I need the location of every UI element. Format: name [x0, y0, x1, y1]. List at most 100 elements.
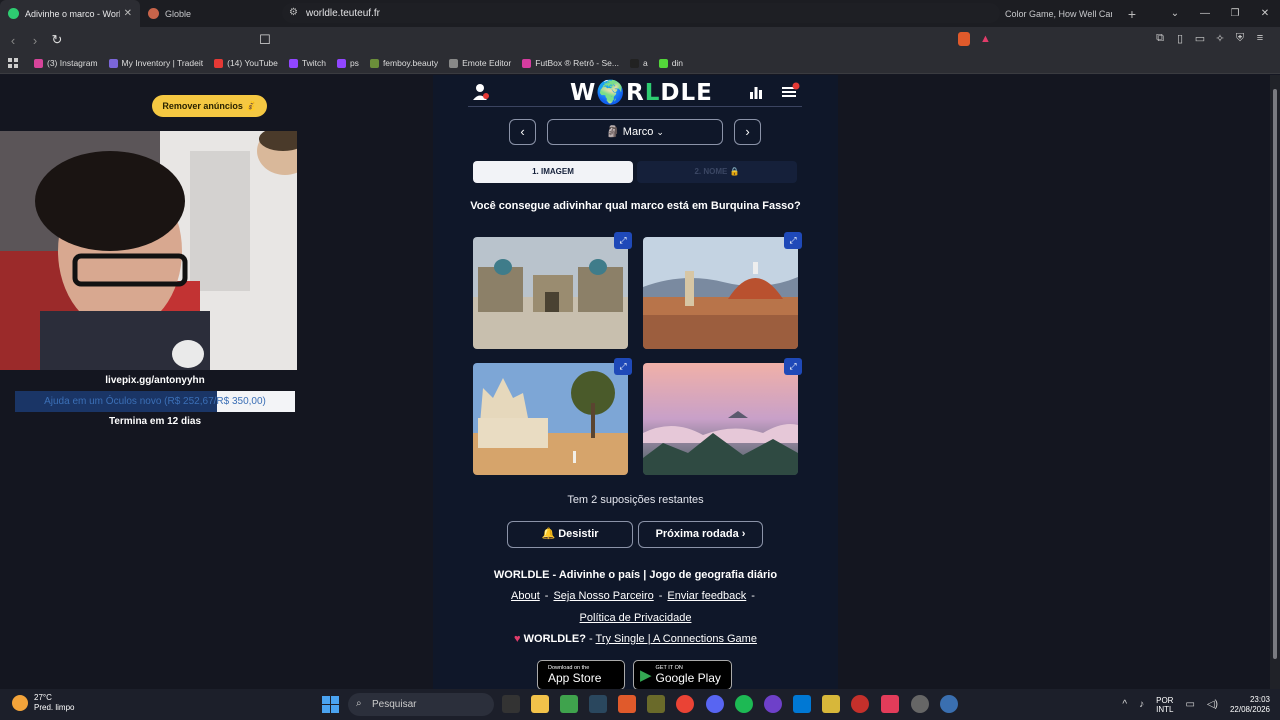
close-tab-icon[interactable]: ✕ — [124, 8, 132, 19]
windows-start-icon[interactable] — [322, 696, 339, 713]
steam-icon[interactable] — [589, 695, 607, 713]
apps-grid-icon[interactable] — [8, 58, 19, 69]
network-icon[interactable]: ▭ — [1185, 699, 1194, 710]
browser-tab[interactable]: Adivinhe o marco - Worldle ✕ — [0, 0, 140, 27]
next-round-arrow-button[interactable]: › — [734, 119, 761, 145]
partner-link[interactable]: Seja Nosso Parceiro — [553, 590, 653, 602]
bookmark-label: femboy.beauty — [382, 58, 439, 68]
bookmark-item[interactable]: a — [629, 58, 648, 68]
extensions-icon[interactable]: ⧉ — [1150, 32, 1170, 45]
landmark-option-1[interactable] — [473, 237, 628, 349]
bookmark-item[interactable]: FutBox ® Retrô - Se... — [522, 58, 619, 68]
next-round-button[interactable]: Próxima rodada › — [638, 521, 763, 548]
try-single-link[interactable]: Try Single | A Connections Game — [596, 633, 757, 645]
tab-list-icon[interactable]: ⌄ — [1160, 8, 1190, 19]
expand-icon[interactable]: ⤢ — [784, 358, 802, 375]
bookmark-item[interactable]: ps — [336, 58, 359, 68]
bookmark-favicon-icon — [336, 58, 346, 68]
reload-icon[interactable]: ↻ — [46, 32, 68, 48]
tab-image[interactable]: 1. IMAGEM — [473, 161, 633, 183]
bookmark-label: (14) YouTube — [227, 58, 278, 68]
bookmark-item[interactable]: Twitch — [288, 58, 326, 68]
expand-icon[interactable]: ⤢ — [614, 232, 632, 249]
back-icon[interactable]: ‹ — [2, 33, 24, 48]
bookmark-item[interactable]: My Inventory | Tradeit — [108, 58, 203, 68]
stats-icon[interactable] — [749, 85, 763, 99]
obs-icon[interactable] — [911, 695, 929, 713]
app-icon[interactable] — [647, 695, 665, 713]
tab-label: Globle — [165, 8, 192, 19]
landmark-option-3[interactable] — [473, 363, 628, 475]
minecraft-icon[interactable] — [560, 695, 578, 713]
bookmark-item[interactable]: Emote Editor — [449, 58, 511, 68]
forward-icon[interactable]: › — [24, 33, 46, 48]
wallet-icon[interactable]: ▭ — [1190, 32, 1210, 45]
site-info-icon[interactable]: ⚙ — [289, 7, 298, 18]
scroll-thumb[interactable] — [1273, 89, 1277, 659]
browser-tab[interactable]: Color Game, How Well Can You — [980, 0, 1120, 27]
volume-icon[interactable]: ◁) — [1207, 699, 1218, 710]
discord-icon[interactable] — [706, 695, 724, 713]
account-icon[interactable] — [473, 83, 489, 101]
bookmarks-bar: (3) Instagram My Inventory | Tradeit (14) … — [0, 53, 1280, 74]
leo-icon[interactable]: ✧ — [1210, 32, 1230, 45]
expand-icon[interactable]: ⤢ — [614, 358, 632, 375]
chevron-right-icon: › — [741, 528, 746, 540]
remove-ads-button[interactable]: Remover anúncios 💰 — [152, 95, 267, 117]
brave-rewards-icon[interactable]: ▲ — [980, 33, 991, 45]
new-tab-icon[interactable]: + — [1120, 6, 1144, 22]
feedback-link[interactable]: Enviar feedback — [667, 590, 746, 602]
give-up-button[interactable]: 🔔 Desistir — [507, 521, 633, 548]
close-window-icon[interactable]: ✕ — [1250, 8, 1280, 19]
landmark-option-2[interactable] — [643, 237, 798, 349]
page-scrollbar[interactable] — [1270, 75, 1280, 689]
about-link[interactable]: About — [511, 590, 540, 602]
expand-icon[interactable]: ⤢ — [784, 232, 802, 249]
microphone-icon[interactable]: ♪ — [1139, 699, 1144, 710]
minimize-icon[interactable]: — — [1190, 8, 1220, 19]
brave-shield-icon[interactable] — [958, 32, 970, 46]
menu-hamburger-icon[interactable] — [781, 82, 801, 99]
app-x-icon[interactable] — [881, 695, 899, 713]
mode-selector[interactable]: 🗿 Marco ⌄ — [547, 119, 723, 145]
google-play-badge[interactable]: ▶ GET IT ON Google Play — [633, 660, 732, 689]
taskbar-search[interactable]: ⌕ Pesquisar — [348, 693, 494, 716]
language-indicator[interactable]: POR INTL — [1156, 696, 1173, 714]
clock[interactable]: 23:03 22/08/2026 — [1230, 695, 1270, 715]
tab-favicon-icon — [148, 8, 159, 19]
guesses-remaining: Tem 2 suposições restantes — [567, 494, 704, 506]
spotify-icon[interactable] — [735, 695, 753, 713]
task-view-icon[interactable] — [502, 695, 520, 713]
bookmark-item[interactable]: (14) YouTube — [214, 58, 278, 68]
bookmark-icon[interactable]: ☐ — [254, 32, 276, 48]
weather-widget[interactable]: 27°C Pred. limpo — [12, 693, 74, 713]
app-store-badge[interactable]: Download on the App Store — [537, 660, 625, 689]
worldle-logo[interactable]: W🌍RLDLE — [570, 79, 713, 106]
privacy-link[interactable]: Política de Privacidade — [433, 612, 838, 624]
sidebar-icon[interactable]: ▯ — [1170, 32, 1190, 45]
maximize-icon[interactable]: ❐ — [1220, 8, 1250, 19]
bookmark-item[interactable]: (3) Instagram — [34, 58, 98, 68]
livepix-link: livepix.gg/antonyyhn — [105, 375, 205, 386]
browser-tab[interactable]: Globle — [140, 0, 280, 27]
bookmark-item[interactable]: din — [658, 58, 683, 68]
url-text: worldle.teuteuf.fr — [306, 7, 380, 19]
app-c-icon[interactable] — [940, 695, 958, 713]
landmark-option-4[interactable] — [643, 363, 798, 475]
url-field[interactable]: ⚙ worldle.teuteuf.fr — [282, 3, 1000, 23]
footer-title: WORLDLE - Adivinhe o país | Jogo de geog… — [493, 569, 778, 581]
github-icon[interactable] — [764, 695, 782, 713]
file-explorer-icon[interactable] — [531, 695, 549, 713]
vscode-icon[interactable] — [793, 695, 811, 713]
vpn-icon[interactable]: ⛨ — [1230, 32, 1250, 45]
chrome-icon[interactable] — [676, 695, 694, 713]
bookmark-item[interactable]: femboy.beauty — [369, 58, 439, 68]
brave-icon[interactable] — [618, 695, 636, 713]
tray-chevron-icon[interactable]: ^ — [1122, 699, 1127, 710]
prev-round-button[interactable]: ‹ — [509, 119, 536, 145]
app-m-icon[interactable] — [822, 695, 840, 713]
window-controls: ⌄ — ❐ ✕ — [1160, 0, 1280, 27]
tab-name-locked: 2. NOME 🔒 — [637, 161, 797, 183]
youtube-icon[interactable] — [851, 695, 869, 713]
menu-icon[interactable]: ≡ — [1250, 32, 1270, 45]
